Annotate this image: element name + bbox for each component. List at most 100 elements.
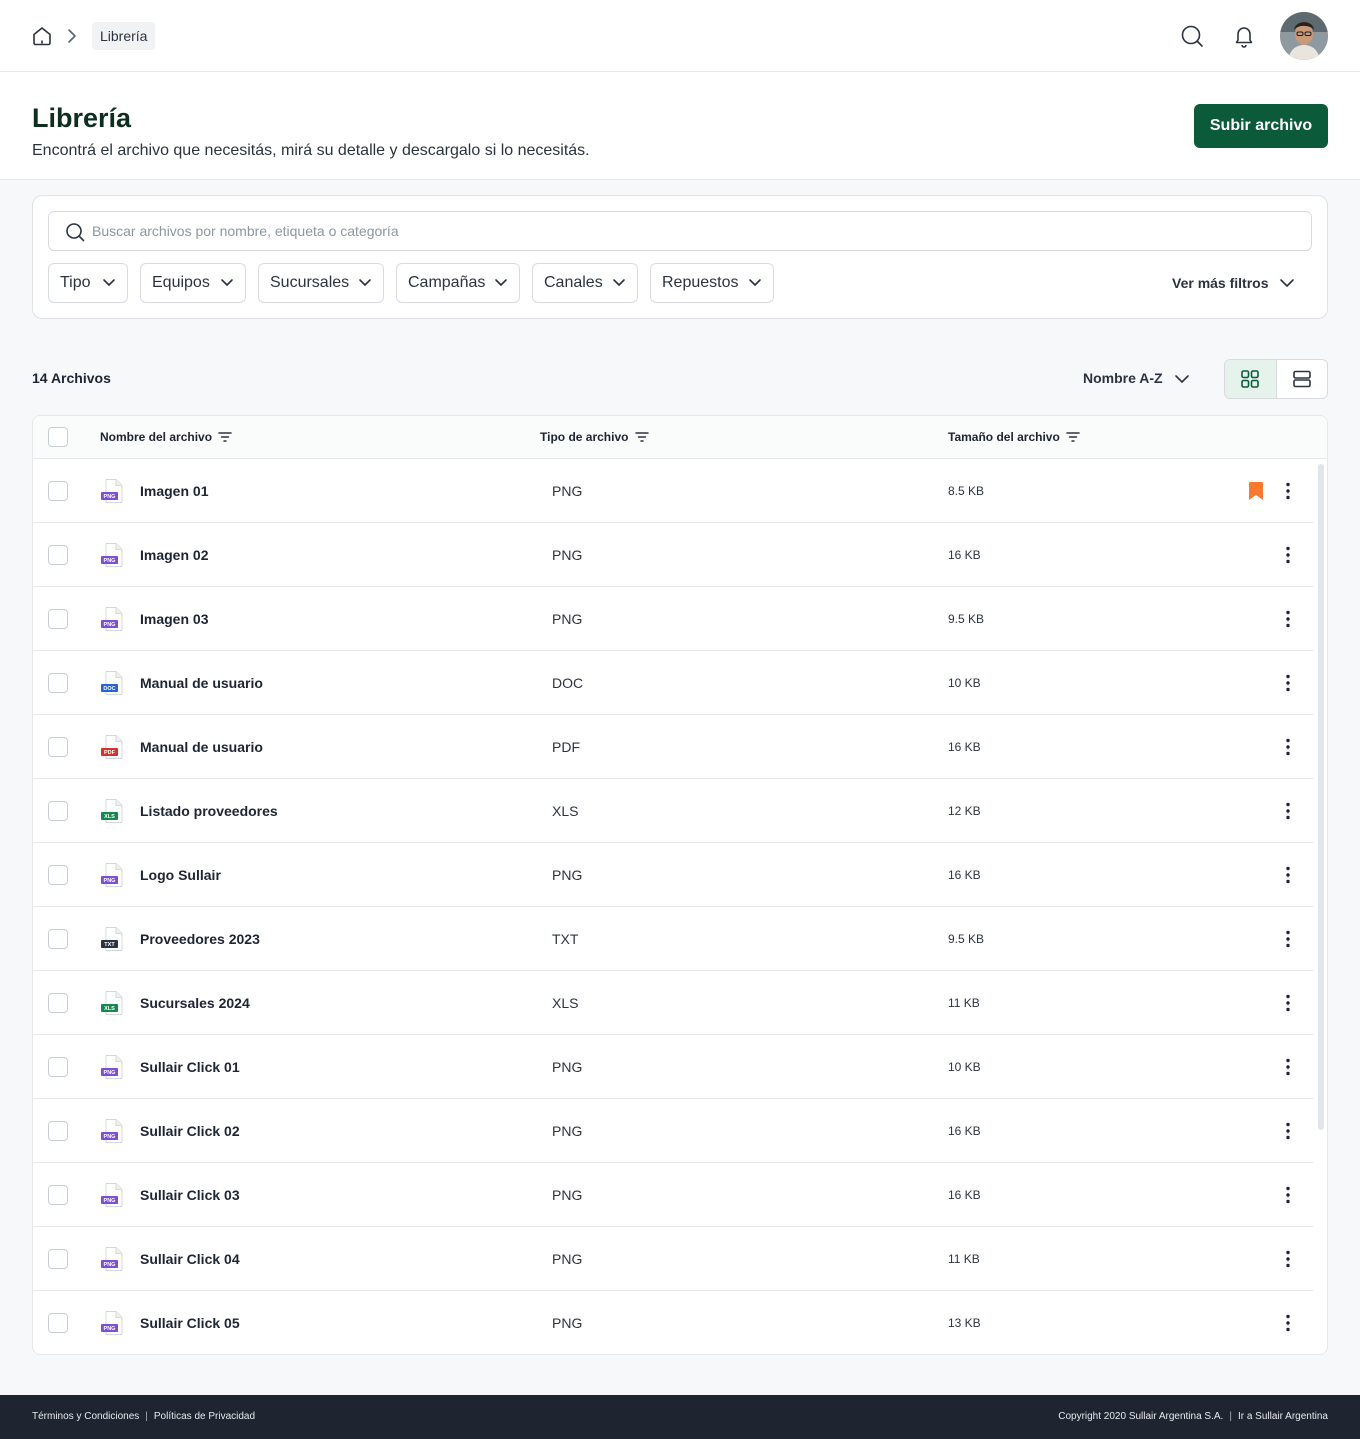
more-options-icon[interactable]: [1279, 673, 1297, 693]
table-row[interactable]: TXT Proveedores 2023 TXT 9.5 KB: [33, 907, 1313, 971]
file-xls-icon: XLS: [101, 991, 123, 1015]
file-name[interactable]: Proveedores 2023: [140, 931, 260, 947]
more-options-icon[interactable]: [1279, 481, 1297, 501]
filter-repuestos[interactable]: Repuestos: [650, 263, 774, 303]
chevron-down-icon: [359, 279, 371, 286]
row-checkbox[interactable]: [48, 545, 68, 565]
filter-label: Sucursales: [270, 274, 350, 291]
row-checkbox[interactable]: [48, 1249, 68, 1269]
table-row[interactable]: DOC Manual de usuario DOC 10 KB: [33, 651, 1313, 715]
privacy-link[interactable]: Políticas de Privacidad: [154, 1411, 255, 1422]
file-name[interactable]: Sullair Click 02: [140, 1123, 240, 1139]
file-name[interactable]: Sucursales 2024: [140, 995, 250, 1011]
file-name[interactable]: Sullair Click 04: [140, 1251, 240, 1267]
row-checkbox[interactable]: [48, 481, 68, 501]
row-checkbox[interactable]: [48, 801, 68, 821]
file-size: 16 KB: [948, 1124, 981, 1138]
filter-sucursales[interactable]: Sucursales: [258, 263, 384, 303]
file-name[interactable]: Sullair Click 03: [140, 1187, 240, 1203]
file-count: 14 Archivos: [32, 370, 111, 386]
column-label: Tamaño del archivo: [948, 430, 1060, 444]
table-row[interactable]: XLS Listado proveedores XLS 12 KB: [33, 779, 1313, 843]
table-row[interactable]: PNG Logo Sullair PNG 16 KB: [33, 843, 1313, 907]
file-png-icon: PNG: [101, 543, 123, 567]
row-checkbox[interactable]: [48, 1057, 68, 1077]
row-checkbox[interactable]: [48, 993, 68, 1013]
more-filters-button[interactable]: Ver más filtros: [1172, 263, 1294, 303]
row-checkbox[interactable]: [48, 865, 68, 885]
file-badge-label: PNG: [104, 494, 116, 500]
more-options-icon[interactable]: [1279, 1249, 1297, 1269]
file-png-icon: PNG: [101, 1183, 123, 1207]
more-options-icon[interactable]: [1279, 737, 1297, 757]
table-row[interactable]: PNG Imagen 01 PNG 8.5 KB: [33, 459, 1313, 523]
scrollbar[interactable]: [1318, 464, 1324, 1130]
row-checkbox[interactable]: [48, 1313, 68, 1333]
table-row[interactable]: PDF Manual de usuario PDF 16 KB: [33, 715, 1313, 779]
table-row[interactable]: PNG Sullair Click 03 PNG 16 KB: [33, 1163, 1313, 1227]
row-checkbox[interactable]: [48, 1121, 68, 1141]
footer-links: Términos y Condiciones | Políticas de Priv…: [32, 1411, 255, 1422]
row-checkbox[interactable]: [48, 1185, 68, 1205]
breadcrumb-current: Librería: [92, 22, 156, 50]
table-row[interactable]: XLS Sucursales 2024 XLS 11 KB: [33, 971, 1313, 1035]
file-size: 8.5 KB: [948, 484, 985, 498]
home-icon[interactable]: [31, 25, 53, 47]
filter-equipos[interactable]: Equipos: [140, 263, 246, 303]
terms-link[interactable]: Términos y Condiciones: [32, 1411, 139, 1422]
filter-label: Tipo: [60, 274, 91, 291]
row-checkbox[interactable]: [48, 609, 68, 629]
select-all-checkbox[interactable]: [48, 427, 68, 447]
table-row[interactable]: PNG Sullair Click 04 PNG 11 KB: [33, 1227, 1313, 1291]
sort-dropdown[interactable]: Nombre A-Z: [1083, 370, 1189, 386]
more-options-icon[interactable]: [1279, 801, 1297, 821]
more-options-icon[interactable]: [1279, 993, 1297, 1013]
more-options-icon[interactable]: [1279, 1121, 1297, 1141]
sullair-link[interactable]: Ir a Sullair Argentina: [1238, 1411, 1328, 1422]
table-row[interactable]: PNG Sullair Click 05 PNG 13 KB: [33, 1291, 1313, 1354]
file-txt-icon: TXT: [101, 927, 123, 951]
more-options-icon[interactable]: [1279, 865, 1297, 885]
file-name[interactable]: Imagen 02: [140, 547, 208, 563]
filter-tipo[interactable]: Tipo: [48, 263, 128, 303]
table-row[interactable]: PNG Imagen 02 PNG 16 KB: [33, 523, 1313, 587]
table-row[interactable]: PNG Sullair Click 02 PNG 16 KB: [33, 1099, 1313, 1163]
column-size[interactable]: Tamaño del archivo: [948, 430, 1080, 444]
row-checkbox[interactable]: [48, 673, 68, 693]
more-options-icon[interactable]: [1279, 545, 1297, 565]
bookmark-icon[interactable]: [1247, 481, 1265, 501]
filter-campanas[interactable]: Campañas: [396, 263, 520, 303]
file-name[interactable]: Manual de usuario: [140, 675, 263, 691]
footer: Términos y Condiciones | Políticas de Priv…: [0, 1395, 1360, 1439]
bell-icon[interactable]: [1232, 23, 1256, 49]
file-name[interactable]: Sullair Click 01: [140, 1059, 240, 1075]
file-name[interactable]: Imagen 03: [140, 611, 208, 627]
avatar[interactable]: [1280, 12, 1328, 60]
file-name[interactable]: Logo Sullair: [140, 867, 221, 883]
upload-file-button[interactable]: Subir archivo: [1194, 104, 1328, 148]
more-options-icon[interactable]: [1279, 929, 1297, 949]
search-input[interactable]: [92, 212, 1292, 250]
grid-view-button[interactable]: [1225, 360, 1277, 398]
more-options-icon[interactable]: [1279, 1313, 1297, 1333]
column-name[interactable]: Nombre del archivo: [100, 430, 232, 444]
file-name[interactable]: Imagen 01: [140, 483, 208, 499]
more-options-icon[interactable]: [1279, 1057, 1297, 1077]
more-options-icon[interactable]: [1279, 1185, 1297, 1205]
table-row[interactable]: PNG Imagen 03 PNG 9.5 KB: [33, 587, 1313, 651]
file-name[interactable]: Sullair Click 05: [140, 1315, 240, 1331]
chevron-down-icon: [103, 279, 115, 286]
more-options-icon[interactable]: [1279, 609, 1297, 629]
table-row[interactable]: PNG Sullair Click 01 PNG 10 KB: [33, 1035, 1313, 1099]
row-checkbox[interactable]: [48, 737, 68, 757]
row-checkbox[interactable]: [48, 929, 68, 949]
filter-canales[interactable]: Canales: [532, 263, 638, 303]
list-view-button[interactable]: [1277, 360, 1327, 398]
file-name[interactable]: Manual de usuario: [140, 739, 263, 755]
file-badge-label: PNG: [104, 878, 116, 884]
file-badge-label: PNG: [104, 1262, 116, 1268]
search-icon[interactable]: [1180, 24, 1204, 48]
file-name[interactable]: Listado proveedores: [140, 803, 278, 819]
chevron-right-icon: [68, 29, 76, 43]
column-type[interactable]: Tipo de archivo: [540, 430, 649, 444]
